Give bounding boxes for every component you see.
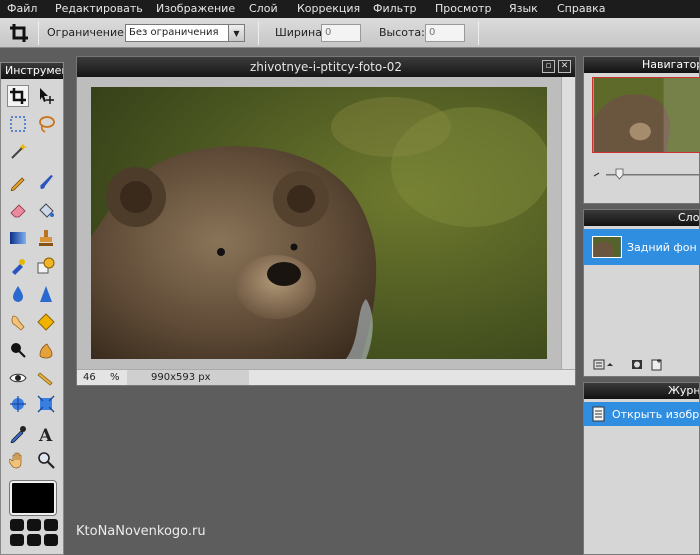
navigator-title: Навигатор (584, 57, 699, 73)
width-field[interactable]: 0 (321, 24, 361, 42)
smudge-icon[interactable] (7, 311, 29, 333)
menu-file[interactable]: Файл (7, 2, 37, 15)
pinch-icon[interactable] (35, 393, 57, 415)
menu-bar: Файл Редактировать Изображение Слой Корр… (0, 0, 700, 18)
tools-panel: Инструменты (0, 62, 64, 555)
height-label: Высота: (379, 26, 425, 39)
hand-icon[interactable] (7, 449, 29, 471)
blur-icon[interactable] (7, 283, 29, 305)
paint-bucket-icon[interactable] (35, 199, 57, 221)
height-field[interactable]: 0 (425, 24, 465, 42)
options-bar: Ограничение: Без ограничения ▼ Ширина: 0… (0, 18, 700, 48)
canvas-area[interactable] (77, 77, 562, 371)
image-window-titlebar[interactable]: zhivotnye-i-ptitcy-foto-02 ▫ ✕ (77, 57, 575, 77)
history-panel: Журнал Открыть изображение (583, 382, 700, 555)
new-layer-icon[interactable] (651, 359, 662, 371)
eraser-icon[interactable] (7, 199, 29, 221)
layers-title: Слои (584, 210, 699, 226)
crop-icon[interactable] (7, 85, 29, 107)
menu-adjustment[interactable]: Коррекция (297, 2, 360, 15)
preset-swatch[interactable] (27, 534, 41, 546)
magic-wand-icon[interactable] (7, 140, 29, 162)
status-bar: 46 % 990x593 px (77, 369, 575, 385)
close-icon[interactable]: ✕ (558, 60, 571, 73)
zoom-unit: % (110, 372, 120, 383)
lasso-icon[interactable] (35, 113, 57, 135)
preset-swatch[interactable] (10, 519, 24, 531)
pencil-icon[interactable] (7, 171, 29, 193)
color-presets (10, 519, 58, 546)
preset-swatch[interactable] (44, 519, 58, 531)
watermark-text: KtoNaNovenkogo.ru (76, 524, 206, 539)
layer-options-icon[interactable] (593, 359, 613, 370)
constraint-value: Без ограничения (129, 27, 219, 38)
sharpen-icon[interactable] (35, 283, 57, 305)
layer-row[interactable]: Задний фон (584, 229, 700, 265)
color-replace-icon[interactable] (7, 255, 29, 277)
color-swatch[interactable] (9, 480, 57, 516)
history-title: Журнал (584, 383, 699, 399)
brush-icon[interactable] (35, 171, 57, 193)
history-item-label: Открыть изображение (612, 407, 700, 421)
navigator-thumbnail[interactable] (592, 77, 700, 153)
menu-filter[interactable]: Фильтр (373, 2, 417, 15)
divider (258, 21, 259, 45)
zoom-slider[interactable] (592, 167, 700, 181)
preset-swatch[interactable] (10, 534, 24, 546)
layer-thumbnail (592, 236, 622, 258)
constraint-label: Ограничение: (47, 26, 128, 39)
navigator-panel: Навигатор (583, 56, 700, 204)
bear-photo[interactable] (91, 87, 547, 359)
clone-stamp-icon[interactable] (35, 227, 57, 249)
pinch-icon[interactable] (7, 393, 29, 415)
image-window: zhivotnye-i-ptitcy-foto-02 ▫ ✕ 46 % 990x… (76, 56, 576, 386)
svg-text:A: A (38, 426, 53, 443)
divider (38, 21, 39, 45)
menu-edit[interactable]: Редактировать (55, 2, 143, 15)
eyedropper-icon[interactable] (7, 423, 29, 445)
layer-mask-icon[interactable] (632, 360, 642, 369)
constraint-select[interactable]: Без ограничения ▼ (125, 24, 245, 42)
zoom-value[interactable]: 46 (83, 372, 96, 383)
maximize-icon[interactable]: ▫ (542, 60, 555, 73)
image-dimensions: 990x593 px (127, 370, 249, 385)
menu-layer[interactable]: Слой (249, 2, 278, 15)
vertical-scrollbar[interactable] (561, 77, 575, 371)
width-label: Ширина: (275, 26, 326, 39)
document-icon (592, 406, 605, 422)
marquee-icon[interactable] (7, 113, 29, 135)
history-item[interactable]: Открыть изображение (584, 402, 700, 426)
red-eye-icon[interactable] (7, 367, 29, 389)
move-icon[interactable] (35, 85, 57, 107)
chevron-down-icon[interactable]: ▼ (228, 25, 244, 41)
menu-help[interactable]: Справка (557, 2, 605, 15)
tools-panel-title: Инструменты (1, 63, 63, 79)
menu-view[interactable]: Просмотр (435, 2, 491, 15)
dodge-icon[interactable] (7, 339, 29, 361)
menu-image[interactable]: Изображение (156, 2, 235, 15)
preset-swatch[interactable] (27, 519, 41, 531)
bloat-icon[interactable] (35, 367, 57, 389)
layers-panel: Слои Задний фон (583, 209, 700, 377)
menu-language[interactable]: Язык (509, 2, 538, 15)
preset-swatch[interactable] (44, 534, 58, 546)
image-title: zhivotnye-i-ptitcy-foto-02 (249, 60, 403, 74)
burn-icon[interactable] (35, 339, 57, 361)
crop-icon[interactable] (8, 22, 32, 44)
shape-icon[interactable] (35, 255, 57, 277)
type-icon[interactable]: A (35, 423, 57, 445)
zoom-icon[interactable] (35, 449, 57, 471)
gradient-icon[interactable] (7, 227, 29, 249)
sponge-icon[interactable] (35, 311, 57, 333)
layer-name: Задний фон (627, 240, 697, 254)
layer-actions (593, 359, 662, 371)
divider (478, 21, 479, 45)
